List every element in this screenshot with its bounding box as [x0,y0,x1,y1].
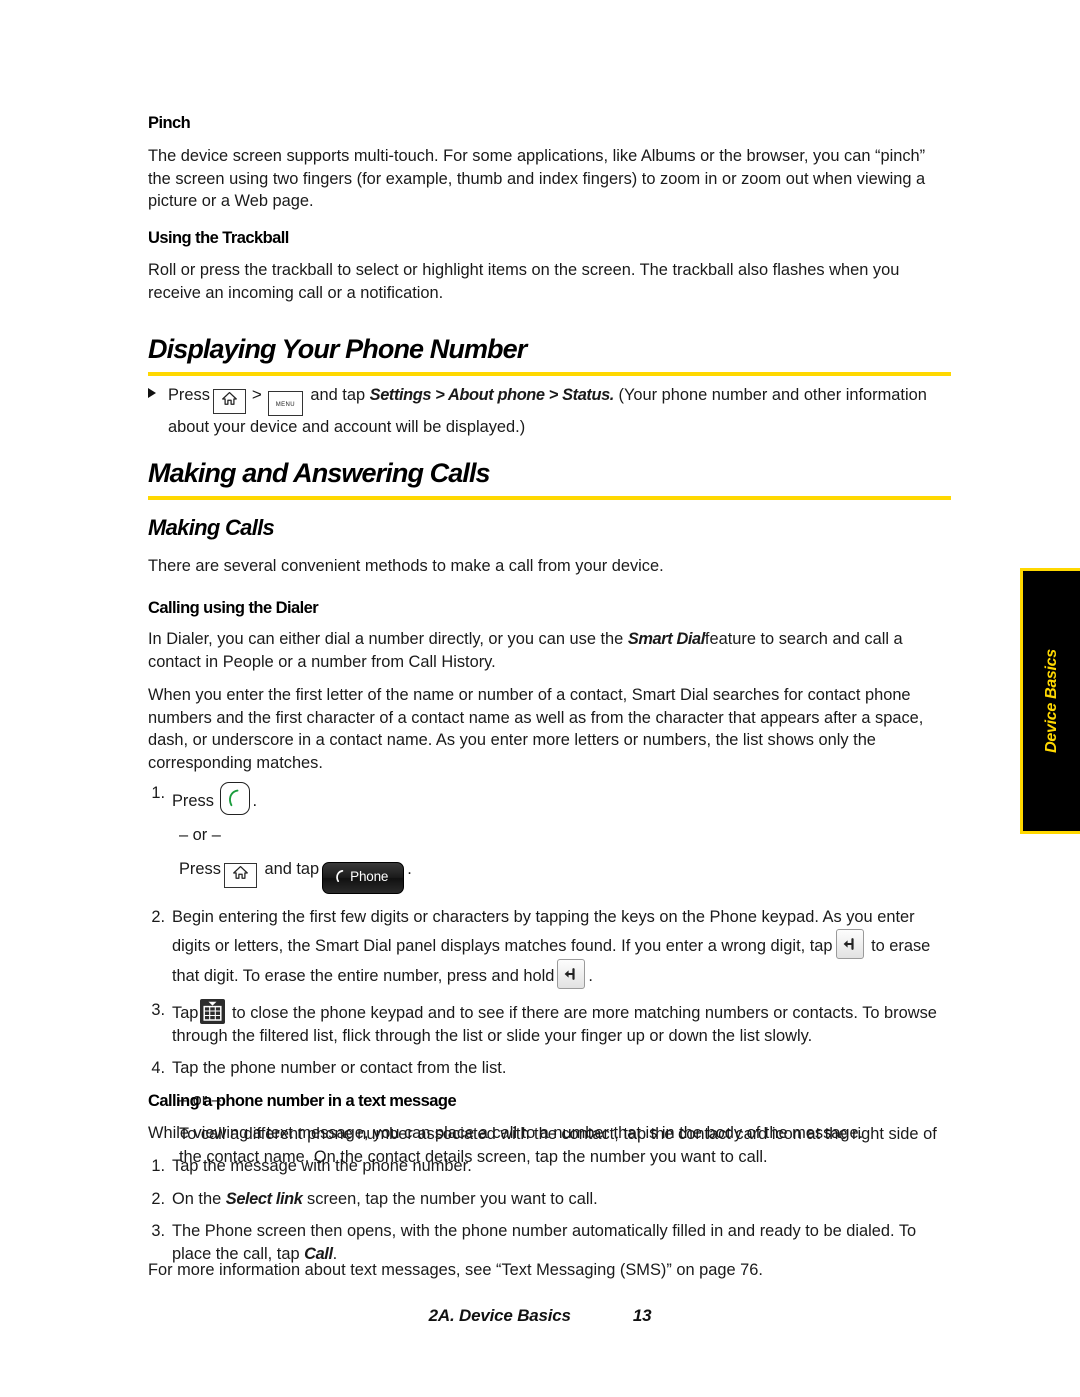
pinch-paragraph: The device screen supports multi-touch. … [148,147,926,211]
step-number: 3. [151,1000,165,1019]
press-label: Press [168,386,210,404]
step1-alt-period: . [407,859,412,878]
section-trackball: Using the Trackball [148,229,951,249]
step-number: 1. [151,1157,165,1175]
dialer-step-1: 1. Press . [148,782,951,815]
dialer-step-1-alt: Press and tap Phone. [148,858,951,895]
closing-note: For more information about text messages… [148,1261,763,1279]
menu-icon[interactable]: menu [267,391,303,416]
dialer-step-1-or: – or – [179,826,221,844]
trackball-paragraph-wrap: Roll or press the trackball to select or… [148,259,951,304]
step3-text-a: Tap [172,1003,199,1022]
making-calls-paragraph-wrap: There are several convenient methods to … [148,555,951,578]
making-calls-paragraph: There are several convenient methods to … [148,557,664,575]
keypad-icon[interactable] [200,998,226,1024]
arrow-bullet-icon [148,383,168,406]
pinch-paragraph-wrap: The device screen supports multi-touch. … [148,145,951,213]
heading-rule [148,496,951,501]
text-step-1: 1. Tap the message with the phone number… [148,1155,951,1178]
calling-using-dialer-heading: Calling using the Dialer [148,599,319,617]
text-step-2: 2. On the Select link screen, tap the nu… [148,1188,951,1211]
pinch-heading: Pinch [148,114,191,132]
making-calls-heading: Making Calls [148,515,275,540]
section-calling-in-text-message: Calling a phone number in a text message [148,1092,951,1112]
chapter-side-tab: Device Basics [1020,568,1080,834]
text-message-steps: 1. Tap the message with the phone number… [148,1155,951,1266]
heading-rule [148,372,951,377]
call-button-icon[interactable] [220,782,251,815]
dialer-p1-a: In Dialer, you can either dial a number … [148,630,624,648]
section-calling-using-dialer: Calling using the Dialer [148,599,951,619]
text-step-2-pre: On the [172,1189,222,1208]
chapter-side-tab-label: Device Basics [1042,649,1060,753]
step1-period: . [252,792,258,810]
step3-text-b: to close the phone keypad and to see if … [172,1003,937,1045]
step4-text: Tap the phone number or contact from the… [172,1059,507,1078]
displaying-phone-number-bullet-wrap: Press > menu and tap Settings > About pho… [148,383,951,439]
step-number: 3. [151,1222,165,1241]
key-separator: > [251,385,262,404]
text-message-paragraph: While viewing a text message, you can pl… [148,1124,864,1142]
dialer-paragraph-2-wrap: When you enter the first letter of the n… [148,684,951,775]
dialer-paragraph-2: When you enter the first letter of the n… [148,686,924,772]
section-pinch: Pinch [148,114,951,134]
trackball-heading: Using the Trackball [148,229,289,247]
closing-note-wrap: For more information about text messages… [148,1259,951,1282]
phone-app-button-label: Phone [350,868,389,884]
making-answering-calls-heading: Making and Answering Calls [148,458,491,488]
select-link-emphasis: Select link [225,1189,303,1208]
page-footer: 2A. Device Basics 13 [0,1306,1080,1326]
step-number: 2. [151,1189,165,1208]
backspace-icon[interactable] [835,928,864,959]
section-making-answering-calls: Making and Answering Calls [148,458,951,501]
home-icon[interactable] [212,389,246,414]
footer-chapter: 2A. Device Basics [428,1306,571,1325]
settings-path: Settings > About phone > Status. [369,386,615,404]
step-number: 2. [151,908,165,927]
home-icon[interactable] [223,862,257,888]
manual-page: Pinch The device screen supports multi-t… [0,0,1080,1397]
step-number: 4. [151,1059,165,1078]
smart-dial-emphasis: Smart Dial [627,630,705,648]
dialer-step-4: 4. Tap the phone number or contact from … [148,1057,951,1080]
displaying-phone-number-bullet: Press > menu and tap Settings > About pho… [148,383,951,439]
and-tap-label: and tap [310,386,366,404]
dialer-paragraph-1: In Dialer, you can either dial a number … [148,628,951,673]
step2-text-a: Begin entering the first few digits or c… [172,908,915,955]
text-step-1-text: Tap the message with the phone number. [172,1157,472,1175]
and-tap-label: and tap [264,859,320,878]
dialer-paragraph-1-wrap: In Dialer, you can either dial a number … [148,628,951,673]
section-making-calls: Making Calls [148,515,951,540]
footer-inner: 2A. Device Basics 13 [429,1306,652,1326]
press-label: Press [172,792,214,810]
text-message-paragraph-wrap: While viewing a text message, you can pl… [148,1122,951,1145]
section-displaying-phone-number: Displaying Your Phone Number [148,334,951,377]
displaying-phone-number-heading: Displaying Your Phone Number [148,334,527,364]
text-step-2-post: screen, tap the number you want to call. [307,1189,598,1208]
trackball-paragraph: Roll or press the trackball to select or… [148,261,900,302]
phone-handset-icon [335,869,346,885]
dialer-step-2: 2. Begin entering the first few digits o… [148,906,951,989]
footer-page-number: 13 [632,1306,652,1325]
phone-app-button[interactable]: Phone [322,861,405,895]
step2-period: . [588,966,593,985]
text-step-3-pre: The Phone screen then opens, with the ph… [172,1222,917,1263]
calling-in-text-message-heading: Calling a phone number in a text message [148,1092,457,1110]
press-label: Press [179,859,221,878]
dialer-step-3: 3. Tap to close the phone keypad and to … [148,998,951,1047]
backspace-icon[interactable] [557,958,586,989]
step-number: 1. [151,784,165,802]
